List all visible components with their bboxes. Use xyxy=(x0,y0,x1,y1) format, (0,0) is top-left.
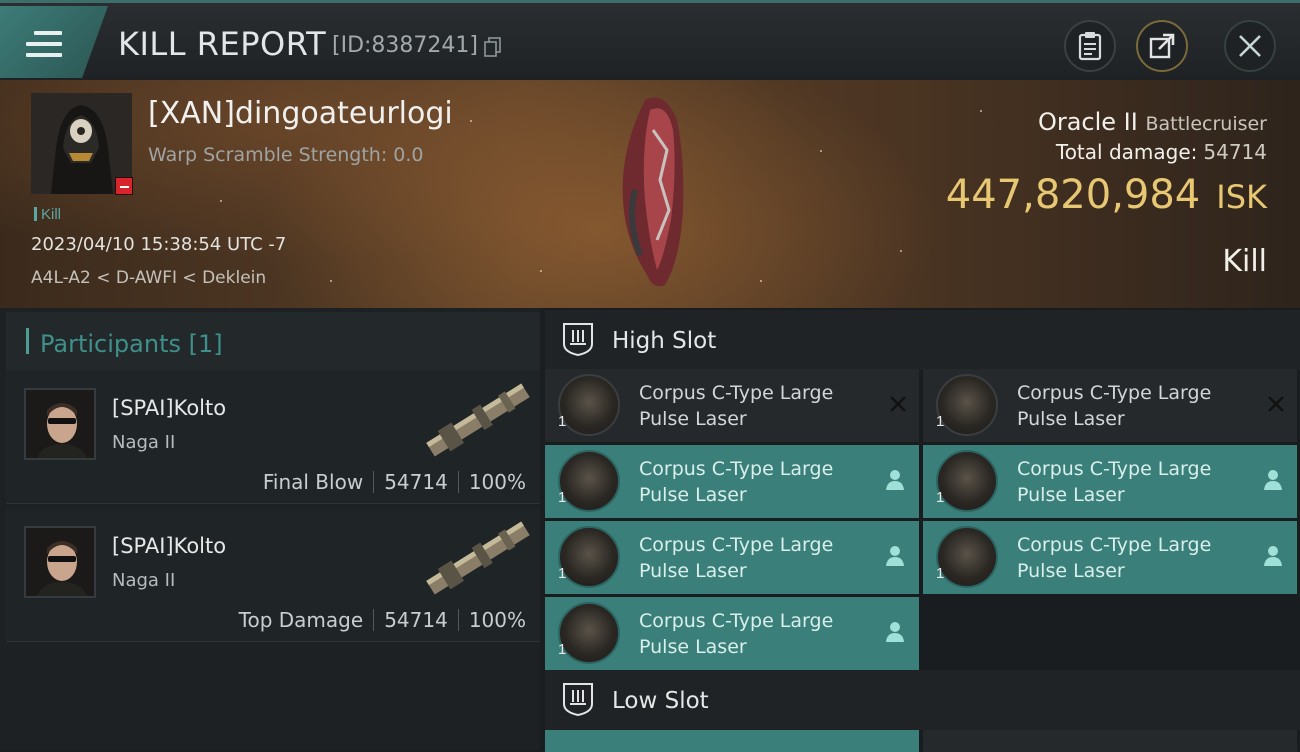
weapon-image xyxy=(426,521,530,595)
module-quantity: 1 xyxy=(558,641,567,658)
participant-ship: Naga II xyxy=(112,570,176,591)
victim-pilot-name[interactable]: [XAN]dingoateurlogi xyxy=(148,96,453,131)
participant-role: Top Damage xyxy=(238,608,364,632)
user-icon xyxy=(886,470,904,490)
low-slot-icon xyxy=(563,683,593,716)
participant-row[interactable]: [SPAI]Kolto Naga II Top Damage 54714 100% xyxy=(6,508,540,642)
external-share-icon xyxy=(1149,33,1175,59)
low-slot-header: Low Slot xyxy=(545,670,1300,730)
participants-label: Participants [1] xyxy=(40,330,223,358)
share-button[interactable] xyxy=(1136,20,1188,72)
isk-amount: 447,820,984 xyxy=(945,172,1201,218)
close-icon xyxy=(1239,35,1261,57)
high-slot-icon xyxy=(563,323,593,356)
module-name: Corpus C-Type Large Pulse Laser xyxy=(639,534,834,582)
ship-class: Battlecruiser xyxy=(1145,113,1267,135)
kill-tag: Kill xyxy=(34,206,61,223)
avatar[interactable] xyxy=(24,526,96,598)
module-name: Corpus C-Type Large Pulse Laser xyxy=(1017,382,1212,430)
participant-row[interactable]: [SPAI]Kolto Naga II Final Blow 54714 100% xyxy=(6,370,540,504)
user-icon xyxy=(886,546,904,566)
victim-ship[interactable]: Oracle II Battlecruiser xyxy=(1038,108,1267,136)
pilot-portrait-image xyxy=(26,528,94,596)
module-item[interactable]: 1 Corpus C-Type Large Pulse Laser xyxy=(923,521,1297,594)
module-name: Corpus C-Type Large Pulse Laser xyxy=(639,458,834,506)
module-name: Corpus C-Type Large Pulse Laser xyxy=(1017,534,1212,582)
pulse-laser-icon xyxy=(936,526,998,588)
module-item[interactable]: 1 Corpus C-Type Large Pulse Laser xyxy=(923,369,1297,442)
participants-header[interactable]: Participants [1] xyxy=(6,312,540,370)
module-item[interactable]: 1 Corpus C-Type Large Pulse Laser xyxy=(545,521,919,594)
module-item[interactable]: 1 Corpus C-Type Large Pulse Laser xyxy=(545,369,919,442)
isk-unit: ISK xyxy=(1216,178,1267,216)
module-item-partial[interactable] xyxy=(923,730,1297,752)
kill-datetime: 2023/04/10 15:38:54 UTC -7 xyxy=(31,234,287,255)
participant-role: Final Blow xyxy=(262,470,364,494)
isk-value: 447,820,984 ISK xyxy=(946,172,1267,218)
user-icon xyxy=(1264,546,1282,566)
module-quantity: 1 xyxy=(936,489,945,506)
page-title: KILL REPORT xyxy=(118,25,327,63)
kill-location[interactable]: A4L-A2 < D-AWFI < Deklein xyxy=(31,268,266,288)
module-quantity: 1 xyxy=(936,413,945,430)
module-quantity: 1 xyxy=(936,565,945,582)
total-damage-label: Total damage: xyxy=(1055,140,1198,164)
pulse-laser-icon xyxy=(936,374,998,436)
copy-icon[interactable] xyxy=(484,37,502,57)
pulse-laser-icon xyxy=(558,526,620,588)
participant-percent: 100% xyxy=(468,608,526,632)
module-item[interactable]: 1 Corpus C-Type Large Pulse Laser xyxy=(545,597,919,670)
clipboard-button[interactable] xyxy=(1064,20,1116,72)
pulse-laser-icon xyxy=(558,450,620,512)
module-quantity: 1 xyxy=(558,489,567,506)
hamburger-menu-icon xyxy=(26,31,62,59)
participant-stats: Top Damage 54714 100% xyxy=(239,608,526,632)
module-item-partial[interactable] xyxy=(545,730,919,752)
pulse-laser-icon xyxy=(558,374,620,436)
module-name: Corpus C-Type Large Pulse Laser xyxy=(1017,458,1212,506)
pulse-laser-icon xyxy=(936,450,998,512)
module-item[interactable]: 1 Corpus C-Type Large Pulse Laser xyxy=(923,445,1297,518)
participant-stats: Final Blow 54714 100% xyxy=(263,470,526,494)
user-icon xyxy=(886,622,904,642)
module-quantity: 1 xyxy=(558,565,567,582)
victim-banner: [XAN]dingoateurlogi Warp Scramble Streng… xyxy=(0,80,1300,308)
low-slot-title: Low Slot xyxy=(612,688,709,714)
fitting-panel: High Slot 1 Corpus C-Type Large Pulse Las… xyxy=(545,308,1300,752)
ship-image[interactable] xyxy=(605,90,705,290)
standing-badge xyxy=(115,177,133,195)
participant-name: [SPAI]Kolto xyxy=(112,534,227,558)
destroyed-icon xyxy=(890,396,906,412)
high-slot-title: High Slot xyxy=(612,328,717,354)
total-damage: Total damage: 54714 xyxy=(1056,140,1267,164)
ship-name: Oracle II xyxy=(1037,108,1138,136)
avatar[interactable] xyxy=(24,388,96,460)
kill-result: Kill xyxy=(1222,244,1267,279)
user-icon xyxy=(1264,470,1282,490)
total-damage-value: 54714 xyxy=(1203,140,1267,164)
module-name: Corpus C-Type Large Pulse Laser xyxy=(639,610,834,658)
menu-button[interactable] xyxy=(0,6,108,78)
pulse-laser-icon xyxy=(558,602,620,664)
module-quantity: 1 xyxy=(558,413,567,430)
warp-scramble-strength: Warp Scramble Strength: 0.0 xyxy=(148,144,424,166)
participant-percent: 100% xyxy=(468,470,526,494)
participant-damage: 54714 xyxy=(384,608,448,632)
top-bar: KILL REPORT [ID:8387241] xyxy=(0,0,1300,80)
clipboard-icon xyxy=(1078,32,1102,61)
module-name: Corpus C-Type Large Pulse Laser xyxy=(639,382,834,430)
participants-panel: Participants [1] [SPAI]Kolto Naga II Fin… xyxy=(0,308,540,750)
pilot-portrait-image xyxy=(26,390,94,458)
weapon-image xyxy=(426,383,530,457)
module-item[interactable]: 1 Corpus C-Type Large Pulse Laser xyxy=(545,445,919,518)
close-button[interactable] xyxy=(1224,20,1276,72)
participant-damage: 54714 xyxy=(384,470,448,494)
participant-name: [SPAI]Kolto xyxy=(112,396,227,420)
report-id: [ID:8387241] xyxy=(332,33,478,58)
participant-ship: Naga II xyxy=(112,432,176,453)
destroyed-icon xyxy=(1268,396,1284,412)
high-slot-header: High Slot xyxy=(545,310,1300,370)
